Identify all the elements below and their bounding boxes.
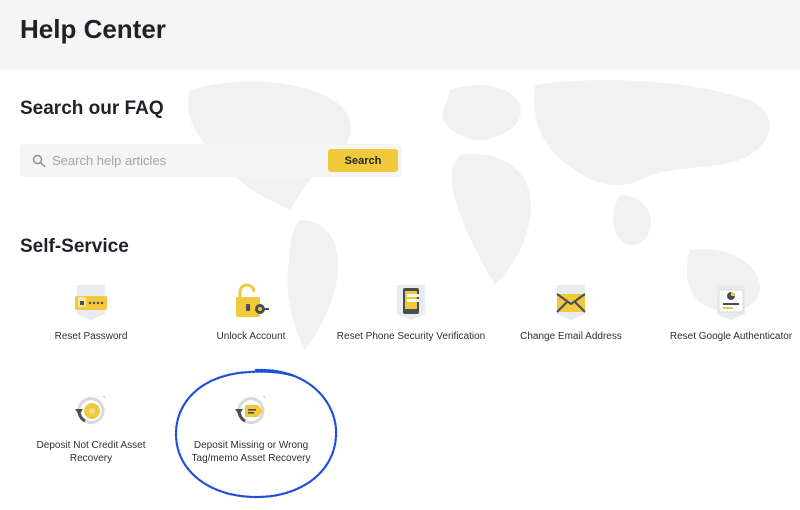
search-icon (32, 154, 46, 168)
self-service-unlock-account[interactable]: Unlock Account (176, 282, 326, 343)
coin-recovery-icon (75, 395, 106, 425)
self-service-section-title: Self-Service (20, 236, 129, 257)
main-content: Search our FAQ Search Self-Service Reset… (0, 70, 800, 510)
self-service-label: Deposit Not Credit Asset Recovery (36, 440, 146, 464)
faq-section-title: Search our FAQ (20, 98, 164, 119)
self-service-reset-google-authenticator[interactable]: Reset Google Authenticator (656, 282, 800, 343)
page-title: Help Center (20, 14, 166, 44)
phone-verification-icon (397, 285, 425, 320)
page-header: Help Center (0, 0, 800, 70)
self-service-deposit-not-credit[interactable]: Deposit Not Credit Asset Recovery (16, 391, 166, 465)
self-service-label: Reset Password (54, 331, 128, 342)
search-input[interactable] (52, 144, 332, 177)
authenticator-icon (717, 285, 745, 320)
self-service-change-email[interactable]: Change Email Address (496, 282, 646, 343)
search-button[interactable]: Search (328, 149, 398, 172)
self-service-reset-phone[interactable]: Reset Phone Security Verification (336, 282, 486, 343)
self-service-label: Change Email Address (520, 331, 622, 342)
email-icon (556, 285, 586, 320)
unlock-account-icon (236, 283, 269, 317)
self-service-label: Unlock Account (216, 331, 286, 342)
self-service-label: Reset Phone Security Verification (336, 331, 486, 342)
self-service-deposit-missing-tag[interactable]: Deposit Missing or Wrong Tag/memo Asset … (176, 391, 326, 465)
self-service-label: Reset Google Authenticator (669, 331, 793, 342)
tag-recovery-icon (235, 395, 266, 425)
self-service-reset-password[interactable]: Reset Password (16, 282, 166, 343)
self-service-label: Deposit Missing or Wrong Tag/memo Asset … (191, 440, 311, 464)
reset-password-icon (75, 285, 107, 320)
